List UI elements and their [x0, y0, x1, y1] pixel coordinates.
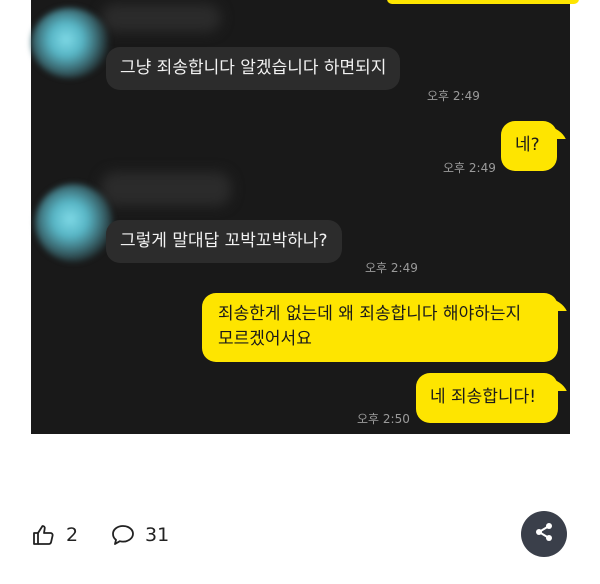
- blurred-avatar: [35, 184, 113, 262]
- like-button[interactable]: 2: [32, 524, 78, 546]
- message-time: 오후 2:49: [365, 261, 418, 275]
- message-text: 그렇게 말대답 꼬박꼬박하나?: [120, 231, 328, 251]
- message-text: 네 죄송합니다!: [430, 387, 537, 407]
- outgoing-bubble-partial: [387, 0, 579, 4]
- share-icon: [533, 521, 555, 547]
- message-outgoing: 네 죄송합니다!: [416, 373, 558, 423]
- blurred-sender-name: [101, 4, 221, 32]
- chat-screenshot: 그냥 죄송합니다 알겠습니다 하면되지 오후 2:49 네? 오후 2:49 그…: [31, 0, 579, 434]
- blurred-avatar: [31, 8, 109, 78]
- message-incoming: 그렇게 말대답 꼬박꼬박하나?: [106, 220, 342, 263]
- thumbs-up-icon: [32, 524, 56, 546]
- message-time: 오후 2:50: [357, 412, 410, 426]
- comment-icon: [111, 524, 135, 546]
- blurred-sender-name: [101, 172, 231, 206]
- message-outgoing: 죄송한게 없는데 왜 죄송합니다 해야하는지 모르겠어서요: [202, 293, 558, 362]
- message-time: 오후 2:49: [443, 161, 496, 175]
- message-text-line: 죄송한게 없는데 왜 죄송합니다 해야하는지: [218, 304, 522, 324]
- share-button[interactable]: [521, 511, 567, 557]
- message-outgoing: 네?: [501, 121, 557, 171]
- message-text-line: 모르겠어서요: [218, 329, 312, 349]
- message-time: 오후 2:49: [427, 89, 480, 103]
- message-text: 그냥 죄송합니다 알겠습니다 하면되지: [120, 58, 387, 78]
- message-text: 네?: [515, 135, 540, 155]
- comment-button[interactable]: 31: [111, 524, 169, 546]
- message-incoming: 그냥 죄송합니다 알겠습니다 하면되지: [106, 47, 401, 90]
- like-count: 2: [66, 524, 79, 546]
- post-footer: 2 31: [0, 510, 600, 560]
- comment-count: 31: [145, 524, 170, 546]
